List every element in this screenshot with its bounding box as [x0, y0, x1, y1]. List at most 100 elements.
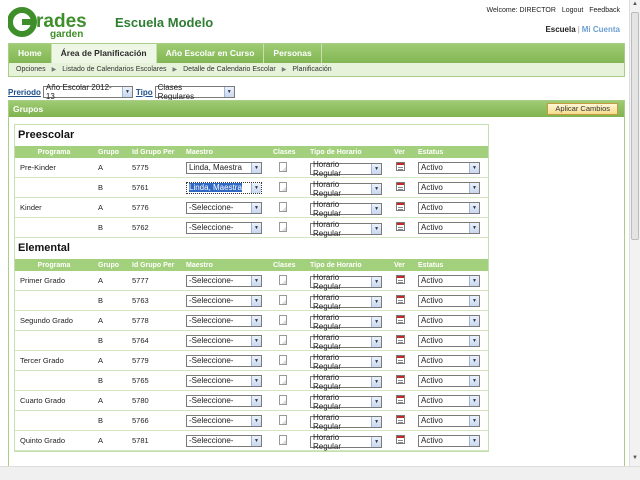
- estatus-select[interactable]: Activo ▼: [418, 274, 480, 287]
- maestro-select[interactable]: -Seleccione- ▼: [186, 414, 262, 427]
- account-link[interactable]: Mi Cuenta: [582, 25, 620, 34]
- estatus-select[interactable]: Activo ▼: [418, 394, 480, 407]
- estatus-select[interactable]: Activo ▼: [418, 334, 480, 347]
- estatus-select[interactable]: Activo ▼: [418, 181, 480, 194]
- estatus-select[interactable]: Activo ▼: [418, 314, 480, 327]
- tipo-horario-select[interactable]: Horario Regular ▼: [310, 353, 382, 371]
- maestro-select[interactable]: -Seleccione- ▼: [186, 334, 262, 347]
- estatus-select[interactable]: Activo ▼: [418, 374, 480, 387]
- document-icon[interactable]: [279, 394, 287, 405]
- tipo-horario-cell: Horario Regular ▼: [308, 353, 392, 371]
- document-icon[interactable]: [279, 314, 287, 325]
- estatus-select[interactable]: Activo ▼: [418, 201, 480, 214]
- maestro-select[interactable]: Linda, Maestra ▼: [186, 161, 262, 174]
- calendar-icon[interactable]: [396, 375, 405, 384]
- maestro-select[interactable]: -Seleccione- ▼: [186, 274, 262, 287]
- dropdown-arrow-icon: ▼: [251, 182, 261, 193]
- document-icon[interactable]: [279, 294, 287, 305]
- document-icon[interactable]: [279, 334, 287, 345]
- calendar-icon[interactable]: [396, 275, 405, 284]
- maestro-select[interactable]: -Seleccione- ▼: [186, 221, 262, 234]
- breadcrumb-detalle[interactable]: Detalle de Calendario Escolar: [183, 66, 276, 73]
- estatus-cell: Activo ▼: [416, 414, 486, 427]
- tipo-horario-select[interactable]: Horario Regular ▼: [310, 373, 382, 391]
- dropdown-arrow-icon: ▼: [469, 202, 479, 213]
- calendar-icon[interactable]: [396, 182, 405, 191]
- column-header-maestro: Maestro: [186, 261, 213, 269]
- tipo-horario-select[interactable]: Horario Regular ▼: [310, 433, 382, 451]
- calendar-icon[interactable]: [396, 435, 405, 444]
- tipo-horario-select[interactable]: Horario Regular ▼: [310, 273, 382, 291]
- document-icon[interactable]: [279, 161, 287, 172]
- document-icon[interactable]: [279, 181, 287, 192]
- tab-ano-escolar[interactable]: Año Escolar en Curso: [157, 44, 265, 63]
- maestro-select[interactable]: -Seleccione- ▼: [186, 394, 262, 407]
- grades-garden-logo[interactable]: rades garden: [7, 6, 104, 40]
- ver-cell: [392, 162, 416, 173]
- calendar-icon[interactable]: [396, 415, 405, 424]
- breadcrumb-listado[interactable]: Listado de Calendarios Escolares: [62, 66, 166, 73]
- tipo-select[interactable]: Clases Regulares ▼: [154, 83, 235, 101]
- feedback-link[interactable]: Feedback: [589, 7, 620, 14]
- estatus-select[interactable]: Activo ▼: [418, 221, 480, 234]
- calendar-icon[interactable]: [396, 335, 405, 344]
- tipo-horario-select[interactable]: Horario Regular ▼: [310, 200, 382, 218]
- table-row: B 5763 -Seleccione- ▼ Horario Regular ▼ Activo…: [15, 291, 488, 311]
- estatus-select[interactable]: Activo ▼: [418, 294, 480, 307]
- dropdown-arrow-icon: ▼: [371, 317, 381, 327]
- tipo-horario-select[interactable]: Horario Regular ▼: [310, 393, 382, 411]
- tipo-horario-select[interactable]: Horario Regular ▼: [310, 160, 382, 178]
- maestro-select[interactable]: Linda, Maestra ▼: [186, 181, 262, 194]
- maestro-cell: -Seleccione- ▼: [184, 221, 271, 234]
- tab-home[interactable]: Home: [9, 44, 52, 63]
- document-icon[interactable]: [279, 354, 287, 365]
- document-icon[interactable]: [279, 221, 287, 232]
- estatus-select[interactable]: Activo ▼: [418, 161, 480, 174]
- tipo-horario-select[interactable]: Horario Regular ▼: [310, 293, 382, 311]
- tipo-horario-select[interactable]: Horario Regular ▼: [310, 413, 382, 431]
- document-icon[interactable]: [279, 374, 287, 385]
- column-header-programa: Programa: [37, 261, 71, 269]
- breadcrumb-opciones[interactable]: Opciones: [16, 66, 46, 73]
- calendar-icon[interactable]: [396, 162, 405, 171]
- maestro-select[interactable]: -Seleccione- ▼: [186, 294, 262, 307]
- maestro-select[interactable]: -Seleccione- ▼: [186, 201, 262, 214]
- school-link[interactable]: Escuela: [545, 25, 575, 34]
- calendar-icon[interactable]: [396, 355, 405, 364]
- tipo-horario-select[interactable]: Horario Regular ▼: [310, 180, 382, 198]
- document-icon[interactable]: [279, 201, 287, 212]
- scrollbar-thumb[interactable]: [631, 12, 639, 240]
- id-grupo-cell: 5763: [132, 296, 149, 305]
- vertical-scrollbar[interactable]: ▲ ▼: [629, 0, 640, 466]
- scroll-down-icon[interactable]: ▼: [631, 455, 639, 465]
- document-icon[interactable]: [279, 274, 287, 285]
- document-icon[interactable]: [279, 414, 287, 425]
- id-grupo-cell: 5761: [132, 183, 149, 192]
- tab-planificacion[interactable]: Área de Planificación: [51, 44, 157, 63]
- dropdown-arrow-icon: ▼: [469, 222, 479, 233]
- tipo-horario-select[interactable]: Horario Regular ▼: [310, 220, 382, 238]
- scroll-up-icon[interactable]: ▲: [631, 1, 639, 11]
- tab-personas[interactable]: Personas: [264, 44, 322, 63]
- calendar-icon[interactable]: [396, 315, 405, 324]
- logout-link[interactable]: Logout: [562, 7, 583, 14]
- estatus-select[interactable]: Activo ▼: [418, 354, 480, 367]
- maestro-select[interactable]: -Seleccione- ▼: [186, 374, 262, 387]
- tipo-horario-select[interactable]: Horario Regular ▼: [310, 333, 382, 351]
- estatus-select[interactable]: Activo ▼: [418, 434, 480, 447]
- periodo-select[interactable]: Año Escolar 2012-13 ▼: [42, 83, 133, 101]
- apply-changes-button[interactable]: Aplicar Cambios: [547, 103, 618, 115]
- maestro-cell: -Seleccione- ▼: [184, 274, 271, 287]
- calendar-icon[interactable]: [396, 202, 405, 211]
- calendar-icon[interactable]: [396, 222, 405, 231]
- calendar-icon[interactable]: [396, 295, 405, 304]
- maestro-select[interactable]: -Seleccione- ▼: [186, 354, 262, 367]
- periodo-label: Preriodo: [8, 87, 41, 97]
- estatus-select[interactable]: Activo ▼: [418, 414, 480, 427]
- maestro-select[interactable]: -Seleccione- ▼: [186, 434, 262, 447]
- tipo-horario-select[interactable]: Horario Regular ▼: [310, 313, 382, 331]
- document-icon[interactable]: [279, 434, 287, 445]
- horizontal-scrollbar[interactable]: [0, 466, 640, 480]
- maestro-select[interactable]: -Seleccione- ▼: [186, 314, 262, 327]
- calendar-icon[interactable]: [396, 395, 405, 404]
